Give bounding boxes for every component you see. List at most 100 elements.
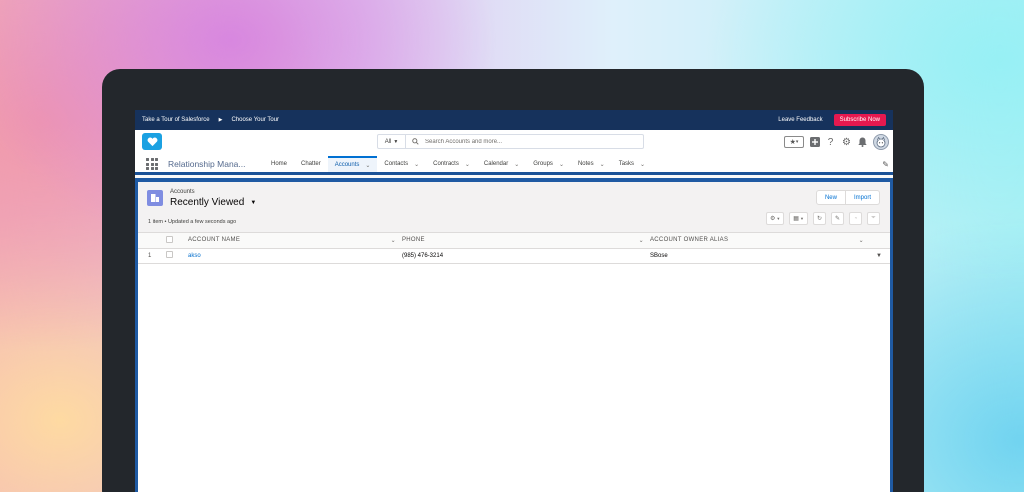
row-number: 1 — [138, 248, 166, 264]
search-icon — [412, 138, 419, 145]
chevron-down-icon[interactable]: ⌄ — [414, 161, 419, 168]
edit-list-button[interactable]: ✎ — [830, 212, 844, 225]
chevron-down-icon[interactable]: ⌄ — [600, 161, 605, 168]
search-scope-label: All — [384, 138, 392, 145]
list-view-status: 1 item • Updated a few seconds ago — [148, 219, 237, 225]
column-label: PHONE — [402, 237, 425, 244]
edit-nav-pencil-icon[interactable]: ✎ — [882, 160, 889, 169]
gear-icon: ⚙ — [769, 216, 776, 222]
phone-cell: (985) 476-3214 — [402, 248, 650, 264]
select-all-header — [166, 233, 188, 249]
search-input[interactable] — [425, 138, 635, 145]
caret-down-icon: ▼ — [393, 138, 399, 145]
list-settings-button[interactable]: ⚙ ▼ — [765, 212, 785, 225]
row-number-header — [138, 233, 166, 249]
accounts-table: ACCOUNT NAME ⌄ PHONE ⌄ ACCOUNT OWNER ALIAS… — [138, 233, 890, 264]
chevron-down-icon[interactable]: ⌄ — [559, 161, 564, 168]
favorites-button[interactable]: ★ ▾ — [784, 136, 804, 148]
new-button[interactable]: New — [815, 190, 846, 205]
leave-feedback-link[interactable]: Leave Feedback — [778, 117, 822, 123]
chevron-down-icon[interactable]: ⌄ — [514, 161, 519, 168]
list-view-controls: ⚙ ▼ ▦ ▼ ↻ ✎ ◔ ⏷ — [765, 212, 880, 225]
user-avatar-icon — [876, 136, 886, 148]
choose-tour-link[interactable]: Choose Your Tour — [231, 117, 279, 123]
display-as-button[interactable]: ▦ ▼ — [789, 212, 808, 225]
tab-notes[interactable]: Notes ⌄ — [571, 156, 612, 172]
take-tour-link[interactable]: Take a Tour of Salesforce — [142, 117, 210, 123]
column-header-phone[interactable]: PHONE ⌄ — [402, 233, 650, 249]
tab-accounts[interactable]: Accounts ⌄ — [327, 156, 378, 172]
app-launcher-icon[interactable] — [146, 158, 158, 170]
nav-tabs: Home Chatter Accounts ⌄ Contacts ⌄ Contrac… — [264, 156, 652, 172]
tab-contracts[interactable]: Contracts ⌄ — [426, 156, 477, 172]
column-header-account-name[interactable]: ACCOUNT NAME ⌄ — [188, 233, 402, 249]
caret-down-icon: ▼ — [799, 216, 804, 221]
select-all-checkbox[interactable] — [166, 235, 173, 243]
account-name-link[interactable]: akso — [188, 253, 201, 259]
filter-icon: ⏷ — [871, 215, 876, 221]
app-logo[interactable] — [142, 133, 162, 150]
chevron-down-icon[interactable]: ⌄ — [365, 162, 370, 169]
caret-down-icon: ▼ — [776, 216, 781, 221]
chevron-down-icon[interactable]: ⌄ — [859, 237, 864, 244]
actions-header — [870, 233, 890, 249]
chevron-down-icon[interactable]: ⌄ — [391, 237, 396, 244]
tour-bar: Take a Tour of Salesforce ▶ Choose Your … — [135, 110, 893, 130]
tab-label: Home — [271, 161, 288, 167]
import-button[interactable]: Import — [845, 190, 880, 205]
tab-contacts[interactable]: Contacts ⌄ — [377, 156, 426, 172]
tab-home[interactable]: Home — [264, 156, 294, 172]
row-select-cell — [166, 248, 188, 264]
content-area: Accounts Recently Viewed ▼ 1 item • Upda… — [135, 178, 893, 492]
owner-alias-cell: SBose — [650, 248, 870, 264]
tab-label: Contacts — [384, 161, 409, 167]
chart-icon: ◔ — [853, 215, 858, 222]
tab-label: Groups — [533, 161, 553, 167]
column-header-owner-alias[interactable]: ACCOUNT OWNER ALIAS ⌄ — [650, 233, 870, 249]
tab-groups[interactable]: Groups ⌄ — [526, 156, 571, 172]
chevron-down-icon[interactable]: ⌄ — [640, 161, 645, 168]
refresh-button[interactable]: ↻ — [812, 212, 826, 225]
caret-down-icon: ▼ — [250, 199, 257, 206]
subscribe-button[interactable]: Subscribe Now — [833, 114, 886, 126]
list-view-selector[interactable]: Recently Viewed ▼ — [170, 197, 256, 208]
pencil-icon: ✎ — [834, 216, 840, 222]
help-icon[interactable]: ? — [825, 137, 836, 148]
account-name-cell: akso — [188, 248, 402, 264]
refresh-icon: ↻ — [816, 216, 822, 222]
list-view-card: Accounts Recently Viewed ▼ 1 item • Upda… — [138, 182, 890, 492]
search-scope-select[interactable]: All ▼ — [377, 134, 406, 149]
chevron-down-icon[interactable]: ⌄ — [639, 237, 644, 244]
table-row: 1 akso (985) 476-3214 SBose ▼ — [138, 248, 890, 264]
tab-tasks[interactable]: Tasks ⌄ — [612, 156, 652, 172]
global-actions-button[interactable] — [809, 137, 820, 148]
tab-label: Notes — [577, 161, 594, 167]
tab-chatter[interactable]: Chatter — [294, 156, 328, 172]
caret-down-icon: ▼ — [876, 252, 882, 259]
building-icon — [151, 194, 159, 202]
chevron-down-icon[interactable]: ⌄ — [465, 161, 470, 168]
account-object-icon — [147, 190, 163, 206]
filter-button[interactable]: ⏷ — [867, 212, 880, 225]
tab-label: Tasks — [618, 161, 635, 167]
list-view-name: Recently Viewed — [170, 197, 245, 208]
row-checkbox[interactable] — [166, 251, 173, 258]
row-actions-menu[interactable]: ▼ — [870, 248, 890, 264]
tab-label: Accounts — [334, 162, 360, 168]
app-name: Relationship Mana... — [168, 159, 246, 169]
tab-label: Calendar — [483, 161, 509, 167]
gear-icon[interactable]: ⚙ — [841, 137, 852, 148]
charts-button[interactable]: ◔ — [849, 212, 862, 225]
add-icon — [809, 137, 820, 147]
tab-calendar[interactable]: Calendar ⌄ — [477, 156, 526, 172]
breadcrumb-arrow-icon: ▶ — [218, 117, 223, 123]
tab-label: Chatter — [301, 161, 321, 167]
header-utilities: ★ ▾ ? ⚙ — [784, 134, 889, 150]
caret-down-icon: ▾ — [795, 139, 799, 145]
global-header: All ▼ ★▾ ? ⚙ — [135, 130, 893, 156]
global-search: All ▼ — [377, 134, 644, 149]
app-screen: Take a Tour of Salesforce ▶ Choose Your … — [135, 110, 893, 492]
bell-icon[interactable] — [857, 137, 868, 148]
table-icon: ▦ — [793, 216, 799, 222]
avatar[interactable] — [873, 134, 889, 150]
